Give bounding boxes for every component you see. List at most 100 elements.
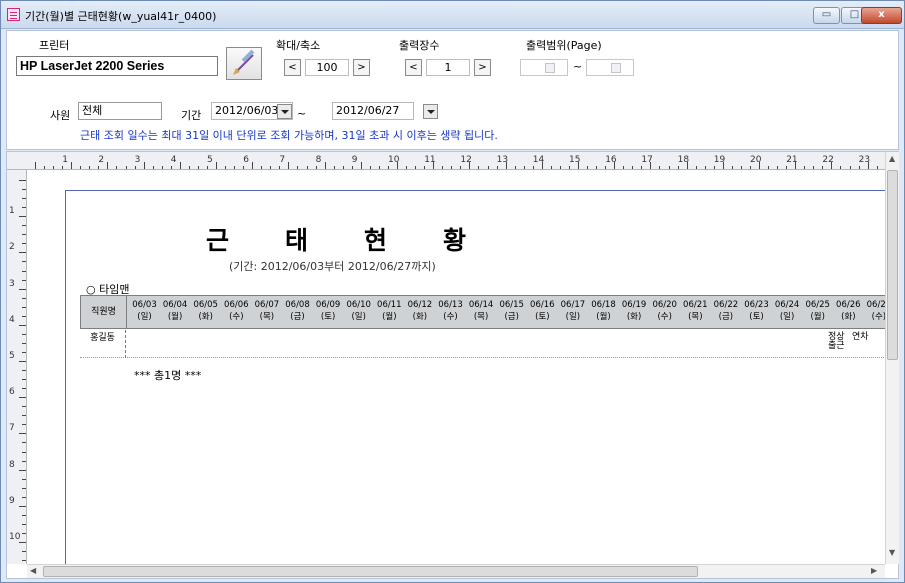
ruler-tick [378, 166, 380, 169]
ruler-tick [351, 166, 353, 169]
ruler-tick [179, 162, 181, 169]
ruler-tick [22, 496, 26, 498]
date-label: 06/11 [377, 300, 402, 310]
horizontal-scrollbar[interactable]: ◀ ▶ [27, 564, 885, 578]
ruler-number: 23 [858, 155, 871, 165]
ruler-tick [550, 166, 552, 169]
date-label: 06/16 [530, 300, 555, 310]
zoom-increase-button[interactable]: > [353, 59, 370, 76]
date-column-header: 06/14 (목) [466, 299, 497, 323]
weekday-label: (토) [535, 312, 550, 322]
ruler-tick [53, 166, 55, 169]
ruler-tick [668, 166, 670, 169]
ruler-tick [22, 388, 26, 390]
ruler-tick [605, 166, 607, 169]
scroll-down-icon[interactable]: ▼ [889, 548, 895, 557]
options-panel: 프린터 HP LaserJet 2200 Series 확대/축소 < 100 … [6, 30, 899, 150]
ruler-tick [632, 166, 634, 169]
ruler-tick [243, 166, 245, 169]
employee-label: 사원 [50, 109, 71, 122]
vertical-scrollbar[interactable]: ▲ ▼ [885, 152, 899, 564]
ruler-number: 2 [98, 155, 105, 165]
vertical-scroll-thumb[interactable] [887, 170, 898, 360]
ruler-tick [387, 166, 389, 169]
ruler-number: 8 [9, 459, 15, 470]
ruler-tick [406, 166, 408, 169]
report-app-icon [7, 8, 20, 21]
ruler-tick [62, 166, 64, 169]
ruler-tick [532, 166, 534, 169]
ruler-tick [415, 166, 417, 169]
ruler-tick [22, 379, 26, 381]
ruler-tick [22, 270, 26, 272]
date-label: 06/18 [591, 300, 616, 310]
weekday-label: (월) [810, 312, 825, 322]
date-column-header: 06/13 (수) [435, 299, 466, 323]
scroll-right-icon[interactable]: ▶ [871, 566, 877, 575]
date-column-header: 06/10 (일) [343, 299, 374, 323]
date-column-header: 06/15 (금) [496, 299, 527, 323]
ruler-tick [22, 523, 26, 525]
status-attend: 출근 [828, 341, 845, 351]
date-column-header: 06/17 (일) [557, 299, 588, 323]
ruler-number: 17 [641, 155, 653, 165]
ruler-tick [44, 166, 46, 169]
date-column-header: 06/11 (월) [374, 299, 405, 323]
date-from-dropdown-icon[interactable] [277, 104, 292, 119]
copies-decrease-button[interactable]: < [405, 59, 422, 76]
ruler-tick [261, 166, 263, 169]
printer-setup-button[interactable] [226, 47, 262, 80]
ruler-number: 2 [9, 242, 15, 253]
copies-increase-button[interactable]: > [474, 59, 491, 76]
close-button[interactable]: x [861, 7, 902, 24]
ruler-number: 14 [532, 155, 545, 165]
ruler-tick [695, 166, 697, 169]
minimize-button[interactable]: ▭ [813, 7, 840, 24]
ruler-tick [279, 166, 281, 169]
weekday-label: (일) [137, 312, 152, 322]
date-to-field[interactable]: 2012/06/27 [332, 102, 414, 120]
copies-value-field[interactable]: 1 [426, 59, 470, 76]
range-start-spinner[interactable] [520, 59, 568, 76]
ruler-tick [858, 166, 860, 169]
ruler-number: 9 [351, 155, 358, 165]
ruler-tick [849, 166, 851, 169]
spinner-arrows-icon [611, 63, 621, 73]
ruler-tick [596, 166, 598, 169]
scroll-left-icon[interactable]: ◀ [30, 566, 36, 575]
printer-name-field[interactable]: HP LaserJet 2200 Series [16, 56, 218, 76]
ruler-tick [822, 166, 824, 169]
zoom-decrease-button[interactable]: < [284, 59, 301, 76]
ruler-tick [22, 279, 26, 281]
ruler-tick [216, 162, 217, 169]
range-end-spinner[interactable] [586, 59, 634, 76]
date-label: 06/04 [162, 300, 188, 310]
weekday-label: (금) [504, 312, 519, 322]
ruler-tick [22, 315, 26, 317]
employee-field[interactable]: 전체 [78, 102, 162, 120]
date-column-header: 06/12 (화) [404, 299, 435, 323]
date-to-dropdown-icon[interactable] [423, 104, 438, 119]
date-label: 06/26 [836, 300, 861, 310]
weekday-label: (월) [382, 312, 397, 322]
ruler-tick [587, 166, 589, 169]
ruler-tick [22, 261, 26, 263]
ruler-number: 7 [279, 155, 286, 165]
ruler-tick [152, 166, 154, 169]
scroll-up-icon[interactable]: ▲ [889, 154, 895, 163]
vertical-ruler: 1 2 3 4 5 6 7 8 9 10 [7, 170, 27, 564]
ruler-tick [731, 166, 733, 169]
horizontal-ruler: 1 2 3 4 5 6 7 8 9 10 11 12 13 14 15 16 17 18 19 20 21 22 23 [7, 152, 885, 170]
ruler-tick [324, 162, 326, 169]
date-label: 06/24 [774, 300, 800, 310]
ruler-number: 22 [822, 155, 834, 165]
ruler-tick [369, 166, 371, 169]
ruler-number: 19 [713, 155, 726, 165]
ruler-tick [19, 433, 26, 435]
zoom-value-field[interactable]: 100 [305, 59, 349, 76]
ruler-tick [188, 166, 190, 169]
ruler-tick [22, 207, 26, 209]
ruler-number: 6 [243, 155, 249, 165]
horizontal-scroll-thumb[interactable] [43, 566, 698, 577]
date-column-header: 06/05 (화) [190, 299, 221, 323]
